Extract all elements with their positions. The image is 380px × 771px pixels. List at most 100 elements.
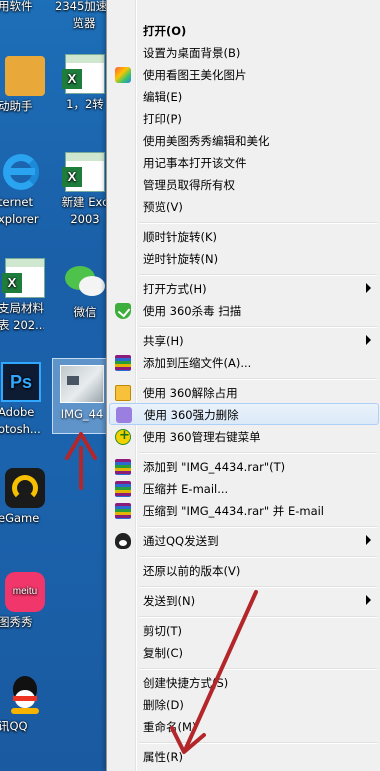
menu-item-label: 顺时针旋转(K): [143, 230, 218, 244]
game-icon: [5, 468, 45, 508]
menu-item-open[interactable]: 打开(O): [109, 20, 379, 42]
menu-item-label: 复制(C): [143, 646, 184, 660]
menu-item-label: 添加到压缩文件(A)...: [143, 356, 252, 370]
menu-item-label: 添加到 "IMG_4434.rar"(T): [143, 460, 286, 474]
menu-item-label: 用记事本打开该文件: [143, 156, 247, 170]
shredder-icon: [116, 407, 132, 423]
menu-item-add-to-rar[interactable]: 添加到 "IMG_4434.rar"(T): [109, 456, 379, 478]
menu-item-label: 打开方式(H): [143, 282, 207, 296]
menu-item-share[interactable]: 共享(H): [109, 330, 379, 352]
desktop-icon-label: eGame: [0, 511, 40, 525]
menu-item-label: 打开(O): [143, 24, 187, 38]
unlock-icon: [115, 385, 131, 401]
selected-file-label: IMG_44: [60, 407, 104, 421]
menu-item-create-shortcut[interactable]: 创建快捷方式(S): [109, 672, 379, 694]
menu-item-open-with[interactable]: 打开方式(H): [109, 278, 379, 300]
menu-item-copy[interactable]: 复制(C): [109, 642, 379, 664]
menu-item-label: 重命名(M): [143, 720, 197, 734]
menu-item-label: 压缩并 E-mail...: [143, 482, 229, 496]
desktop-icon-internet-explorer[interactable]: ternet xplorer: [0, 152, 44, 228]
image-beautify-icon: [115, 67, 131, 83]
desktop-icon-label: ternet: [0, 195, 33, 209]
menu-item-rename[interactable]: 重命名(M): [109, 716, 379, 738]
menu-item-360-scan[interactable]: 使用 360杀毒 扫描: [109, 300, 379, 322]
menu-item-label: 使用 360强力删除: [144, 408, 239, 422]
context-menu: 打开(O) 设置为桌面背景(B) 使用看图王美化图片 编辑(E) 打印(P) 使…: [106, 0, 380, 771]
menu-item-add-to-archive[interactable]: 添加到压缩文件(A)...: [109, 352, 379, 374]
menu-item-compress-email[interactable]: 压缩并 E-mail...: [109, 478, 379, 500]
menu-separator: [139, 378, 377, 380]
menu-separator: [139, 668, 377, 670]
desktop-icon-qq[interactable]: 讯QQ: [0, 676, 44, 735]
menu-item-print[interactable]: 打印(P): [109, 108, 379, 130]
menu-item-label: 设置为桌面背景(B): [143, 46, 241, 60]
menu-item-delete[interactable]: 删除(D): [109, 694, 379, 716]
menu-item-send-via-qq[interactable]: 通过QQ发送到: [109, 530, 379, 552]
desktop-icon-label: 2345加速浏: [55, 0, 113, 13]
menu-item-label: 逆时针旋转(N): [143, 252, 219, 266]
submenu-arrow-icon: [366, 283, 371, 293]
qq-icon: [115, 533, 131, 549]
menu-item-label: 使用美图秀秀编辑和美化: [143, 134, 270, 148]
menu-item-label: 属性(R): [143, 750, 183, 764]
menu-item-360-manage-menu[interactable]: 使用 360管理右键菜单: [109, 426, 379, 448]
desktop-icon-label-line2: otosh...: [0, 422, 41, 436]
menu-item-label: 剪切(T): [143, 624, 182, 638]
desktop-icon-label: Adobe: [0, 405, 35, 419]
menu-item-rotate-counterclockwise[interactable]: 逆时针旋转(N): [109, 248, 379, 270]
menu-item-send-to[interactable]: 发送到(N): [109, 590, 379, 612]
menu-separator: [139, 556, 377, 558]
desktop-icon-meitu[interactable]: meitu 图秀秀: [0, 572, 45, 631]
menu-item-rotate-clockwise[interactable]: 顺时针旋转(K): [109, 226, 379, 248]
manage-menu-icon: [115, 428, 131, 445]
menu-item-label: 共享(H): [143, 334, 184, 348]
menu-item-beautify-image[interactable]: 使用看图王美化图片: [109, 64, 379, 86]
menu-separator: [139, 222, 377, 224]
menu-item-meitu-edit[interactable]: 使用美图秀秀编辑和美化: [109, 130, 379, 152]
menu-item-edit[interactable]: 编辑(E): [109, 86, 379, 108]
menu-item-360-unlock[interactable]: 使用 360解除占用: [109, 382, 379, 404]
image-thumbnail: [60, 365, 104, 403]
desktop-icon-photoshop[interactable]: Ps Adobe otosh...: [0, 362, 44, 438]
menu-item-label: 使用 360杀毒 扫描: [143, 304, 242, 318]
desktop-icon-label-line2: 表 202...: [0, 318, 44, 332]
winrar-icon: [115, 481, 131, 497]
desktop-icon-spreadsheet[interactable]: X 支局材料 表 202...: [0, 258, 45, 334]
menu-separator: [139, 326, 377, 328]
menu-separator: [139, 742, 377, 744]
excel-file-icon: X: [2, 258, 45, 298]
desktop-icon-software[interactable]: 用软件: [0, 0, 56, 15]
menu-item-label: 发送到(N): [143, 594, 196, 608]
desktop-icon-assistant[interactable]: 动助手: [0, 56, 45, 115]
menu-item-label: 管理员取得所有权: [143, 178, 235, 192]
excel-file-icon: X: [62, 54, 105, 94]
menu-item-label: 通过QQ发送到: [143, 534, 219, 548]
menu-item-cut[interactable]: 剪切(T): [109, 620, 379, 642]
menu-item-properties[interactable]: 属性(R): [109, 746, 379, 768]
menu-item-set-wallpaper[interactable]: 设置为桌面背景(B): [109, 42, 379, 64]
desktop-icon-game[interactable]: eGame: [0, 468, 45, 527]
menu-item-take-ownership[interactable]: 管理员取得所有权: [109, 174, 379, 196]
desktop-icon-2345-browser[interactable]: 2345加速浏 览器: [55, 0, 113, 32]
submenu-arrow-icon: [366, 335, 371, 345]
menu-item-open-notepad[interactable]: 用记事本打开该文件: [109, 152, 379, 174]
menu-item-360-force-delete[interactable]: 使用 360强力删除: [109, 403, 379, 425]
desktop-icon-label: 讯QQ: [0, 719, 28, 733]
assistant-icon: [5, 56, 45, 96]
menu-item-label: 打印(P): [143, 112, 182, 126]
excel-file-icon: X: [62, 152, 105, 192]
menu-separator: [139, 526, 377, 528]
menu-item-label: 使用看图王美化图片: [143, 68, 247, 82]
menu-separator: [139, 274, 377, 276]
menu-item-label: 预览(V): [143, 200, 183, 214]
menu-item-compress-rar-email[interactable]: 压缩到 "IMG_4434.rar" 并 E-mail: [109, 500, 379, 522]
qq-penguin-icon: [5, 676, 45, 716]
desktop-icon-label-line2: 览器: [72, 16, 96, 30]
winrar-icon: [115, 503, 131, 519]
selected-image-file[interactable]: IMG_44: [52, 358, 110, 434]
menu-item-restore-previous[interactable]: 还原以前的版本(V): [109, 560, 379, 582]
menu-item-preview[interactable]: 预览(V): [109, 196, 379, 218]
desktop-icon-label-line2: xplorer: [0, 212, 39, 226]
menu-item-label: 编辑(E): [143, 90, 183, 104]
shield-icon: [115, 303, 131, 319]
